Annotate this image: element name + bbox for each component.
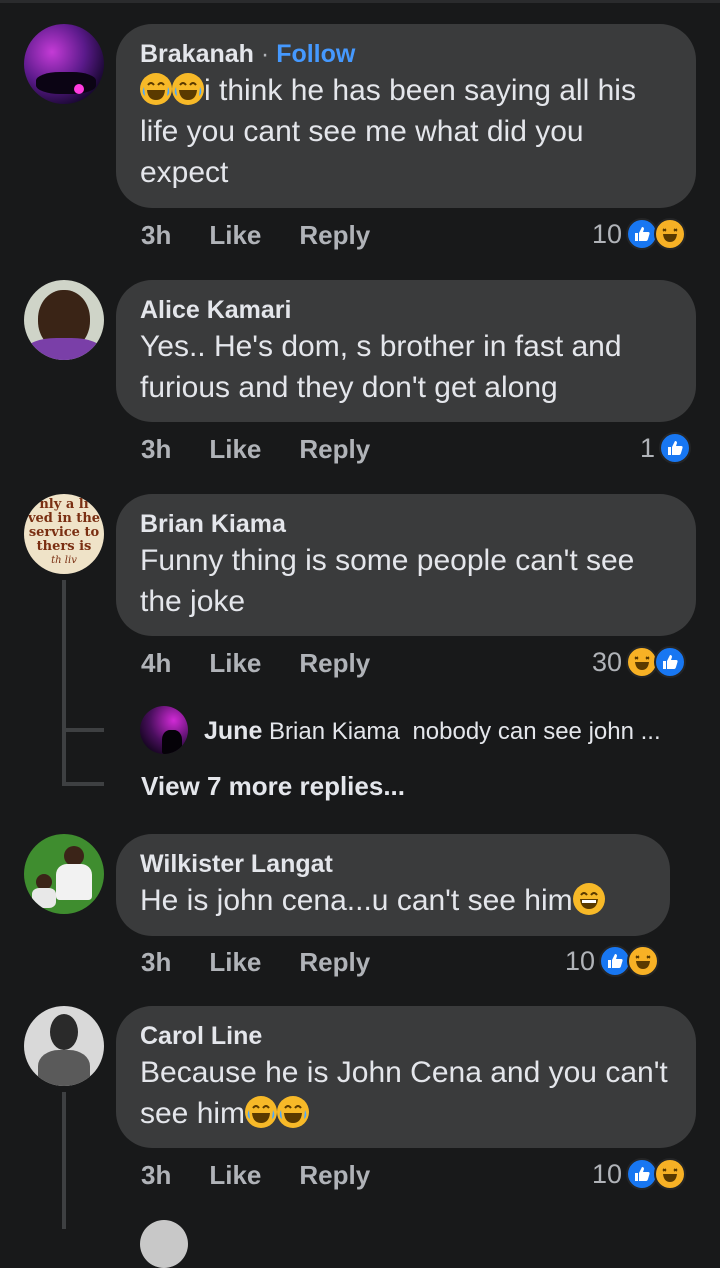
comment-actions: 3h Like Reply <box>141 947 408 978</box>
reply-text: nobody can see john ... <box>412 718 661 745</box>
reply-preview[interactable]: June Brian Kiama nobody can see john ... <box>204 716 661 747</box>
comment-text: Because he is John Cena and you can't se… <box>140 1056 668 1130</box>
author-name[interactable]: Alice Kamari <box>140 296 291 324</box>
comment-time[interactable]: 3h <box>141 220 171 251</box>
avatar-carol-line[interactable] <box>24 1006 104 1086</box>
reaction-summary[interactable]: 10 <box>565 945 660 977</box>
comment-time[interactable]: 3h <box>141 947 171 978</box>
reply-mention[interactable]: Brian Kiama <box>269 718 400 745</box>
grinning-emoji <box>572 883 605 915</box>
comment-text: Yes.. He's dom, s brother in fast and fu… <box>140 330 622 404</box>
author-name[interactable]: Brian Kiama <box>140 510 286 538</box>
follow-button[interactable]: Follow <box>276 40 355 68</box>
comment-time[interactable]: 3h <box>141 434 171 465</box>
reaction-count: 10 <box>565 945 596 976</box>
reply-button[interactable]: Reply <box>299 648 370 679</box>
like-button[interactable]: Like <box>209 220 261 251</box>
like-button[interactable]: Like <box>209 434 261 465</box>
like-reaction-icon <box>659 432 692 464</box>
comment-text: i think he has been saying all his life … <box>140 74 636 189</box>
reply-button[interactable]: Reply <box>299 434 370 465</box>
haha-reaction-icon <box>654 1158 687 1190</box>
like-button[interactable]: Like <box>209 1160 261 1191</box>
like-button[interactable]: Like <box>209 648 261 679</box>
like-reaction-icon <box>654 646 687 678</box>
comment-time[interactable]: 4h <box>141 648 171 679</box>
view-more-replies[interactable]: View 7 more replies... <box>141 771 405 802</box>
reaction-summary[interactable]: 10 <box>592 1158 687 1190</box>
separator: · <box>260 40 270 68</box>
reaction-count: 1 <box>640 432 656 463</box>
avatar-brakanah[interactable] <box>24 24 104 104</box>
comment-text: He is john cena...u can't see him <box>140 884 573 917</box>
author-name[interactable]: Carol Line <box>140 1022 262 1050</box>
comment-bubble: Carol Line Because he is John Cena and y… <box>116 1006 696 1148</box>
tears-of-joy-emoji <box>277 1096 310 1128</box>
reply-button[interactable]: Reply <box>299 1160 370 1191</box>
avatar-wilkister-langat[interactable] <box>24 834 104 914</box>
reply-author[interactable]: June <box>204 717 262 745</box>
reaction-summary[interactable]: 10 <box>592 218 687 250</box>
comment-time[interactable]: 3h <box>141 1160 171 1191</box>
comment-text: Funny thing is some people can't see the… <box>140 544 635 618</box>
avatar-quote-line: ved in the <box>27 511 101 526</box>
avatar-quote-line: th liv <box>51 555 77 566</box>
tears-of-joy-emoji <box>172 73 204 105</box>
haha-reaction-icon <box>654 218 687 250</box>
avatar-brian-kiama[interactable]: nly a li ved in the service to thers is … <box>24 494 104 574</box>
thread-branch <box>62 728 104 732</box>
thread-line <box>62 1092 66 1229</box>
avatar-quote-line: service to <box>28 525 100 540</box>
avatar-quote-line: nly a li <box>39 497 89 512</box>
thread-branch <box>62 782 104 786</box>
author-name[interactable]: Brakanah <box>140 40 254 68</box>
reaction-count: 30 <box>592 646 623 677</box>
comment-actions: 3h Like Reply <box>141 1160 408 1191</box>
avatar-june[interactable] <box>140 706 188 754</box>
reaction-summary[interactable]: 30 <box>592 646 687 678</box>
tears-of-joy-emoji <box>140 73 172 105</box>
reaction-count: 10 <box>592 1158 623 1189</box>
thread-line <box>62 580 66 782</box>
comment-actions: 3h Like Reply <box>141 220 408 251</box>
like-button[interactable]: Like <box>209 947 261 978</box>
reply-button[interactable]: Reply <box>299 220 370 251</box>
reaction-count: 10 <box>592 218 623 249</box>
comment-actions: 4h Like Reply <box>141 648 408 679</box>
comment-bubble: Brian Kiama Funny thing is some people c… <box>116 494 696 636</box>
avatar-next-comment[interactable] <box>140 1220 188 1268</box>
comment-actions: 3h Like Reply <box>141 434 408 465</box>
avatar-quote-line: thers is <box>36 539 92 554</box>
comment-bubble: Alice Kamari Yes.. He's dom, s brother i… <box>116 280 696 422</box>
tears-of-joy-emoji <box>245 1096 278 1128</box>
top-divider <box>0 0 720 3</box>
reaction-summary[interactable]: 1 <box>640 432 692 464</box>
avatar-alice-kamari[interactable] <box>24 280 104 360</box>
comment-bubble: Brakanah · Follow i think he has been sa… <box>116 24 696 208</box>
author-name[interactable]: Wilkister Langat <box>140 850 333 878</box>
reply-button[interactable]: Reply <box>299 947 370 978</box>
haha-reaction-icon <box>627 945 660 977</box>
comment-bubble: Wilkister Langat He is john cena...u can… <box>116 834 670 936</box>
